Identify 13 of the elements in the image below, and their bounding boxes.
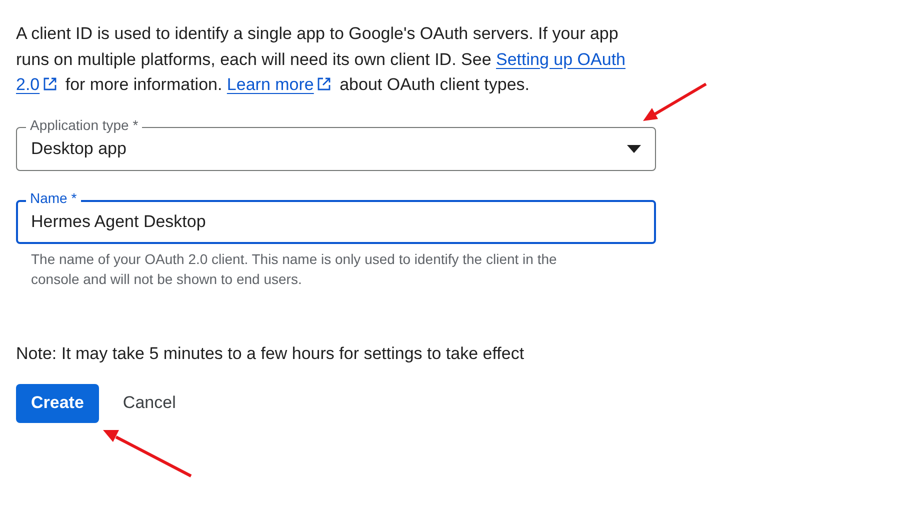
- dropdown-value: Desktop app: [31, 138, 128, 158]
- note-text: Note: It may take 5 minutes to a few hours for settings to take effect: [16, 344, 526, 364]
- link[interactable]: 2.0: [16, 75, 40, 94]
- annotation-arrow: [643, 82, 707, 121]
- link[interactable]: Setting up OAuth: [496, 50, 626, 68]
- create-button[interactable]: Create: [16, 384, 99, 422]
- caret-icon: [627, 144, 641, 152]
- field-value: Hermes Agent Desktop: [31, 212, 207, 232]
- helper-text: The name of your OAuth 2.0 client. This name is only used to identify the client in the console and will not be shown to end users.: [31, 250, 558, 288]
- description-paragraph: A client ID is used to identify a single app to Google's OAuth servers. If your app runs on multiple platforms, each will need its own client ID. See Setting up OAuth 2.0 for more information. Learn more about OAuth client types.: [16, 23, 626, 96]
- field-label: Application type *: [26, 116, 142, 132]
- cancel-button[interactable]: Cancel: [106, 384, 192, 422]
- link[interactable]: Learn more: [226, 75, 314, 94]
